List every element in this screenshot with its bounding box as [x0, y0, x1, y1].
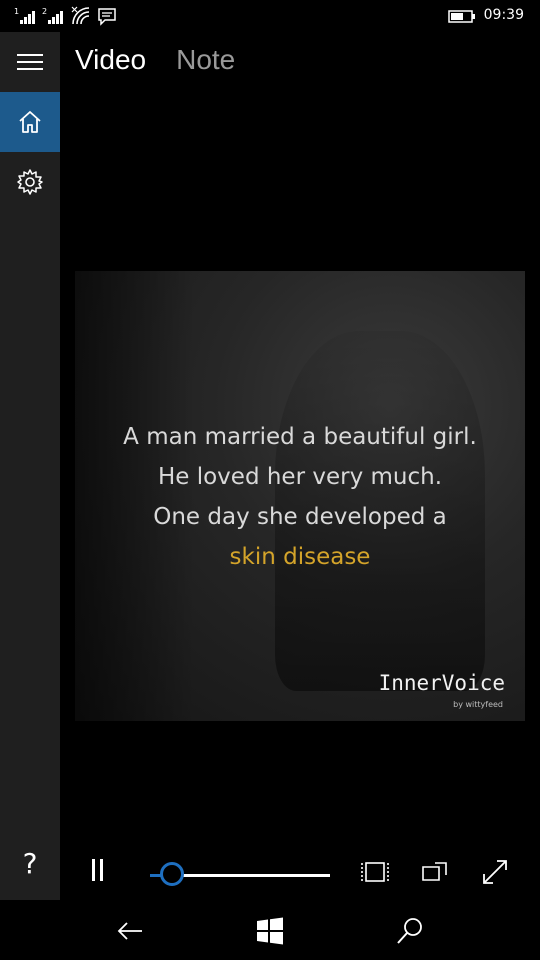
tab-video[interactable]: Video — [75, 44, 146, 84]
back-icon[interactable] — [113, 914, 147, 948]
caption-line-2: He loved her very much. — [157, 464, 443, 490]
seek-thumb[interactable] — [159, 862, 184, 886]
brand-logo: InnerVoice — [378, 671, 505, 695]
pause-button[interactable] — [88, 859, 108, 883]
wifi-icon — [71, 6, 90, 25]
caption-line-3: One day she developed a — [153, 504, 447, 530]
menu-button[interactable] — [0, 32, 60, 92]
status-bar: 1 2 09:39 — [0, 0, 540, 32]
brand-subtitle: by wittyfeed — [453, 700, 503, 709]
caption-line-highlight: skin disease — [229, 544, 371, 570]
aspect-ratio-icon[interactable] — [360, 857, 390, 887]
cast-icon[interactable] — [420, 857, 450, 887]
hamburger-icon — [17, 54, 43, 70]
sidebar-item-settings[interactable] — [0, 152, 60, 212]
player-controls — [60, 845, 540, 900]
sidebar-item-home[interactable] — [0, 92, 60, 152]
home-icon — [19, 111, 41, 133]
tab-note[interactable]: Note — [176, 44, 235, 84]
system-nav-bar — [0, 900, 540, 960]
message-icon — [98, 8, 116, 26]
tab-bar: Video Note — [75, 44, 235, 84]
signal-sim2-icon: 2 — [42, 7, 63, 24]
clock: 09:39 — [483, 7, 524, 23]
sidebar: ? — [0, 32, 60, 900]
svg-text:2: 2 — [42, 7, 47, 16]
video-shadow-left — [75, 271, 195, 721]
gear-icon — [17, 169, 43, 195]
caption-line-1: A man married a beautiful girl. — [123, 424, 477, 450]
svg-text:1: 1 — [14, 7, 19, 16]
help-button[interactable]: ? — [0, 838, 60, 888]
fullscreen-icon[interactable] — [480, 857, 510, 887]
signal-sim1-icon: 1 — [14, 7, 35, 24]
pause-icon-bar — [100, 859, 103, 881]
pause-icon — [92, 859, 95, 881]
windows-start-icon[interactable] — [253, 914, 287, 948]
video-frame[interactable]: A man married a beautiful girl. He loved… — [75, 271, 525, 721]
search-icon[interactable] — [393, 914, 427, 948]
battery-icon — [448, 10, 475, 23]
